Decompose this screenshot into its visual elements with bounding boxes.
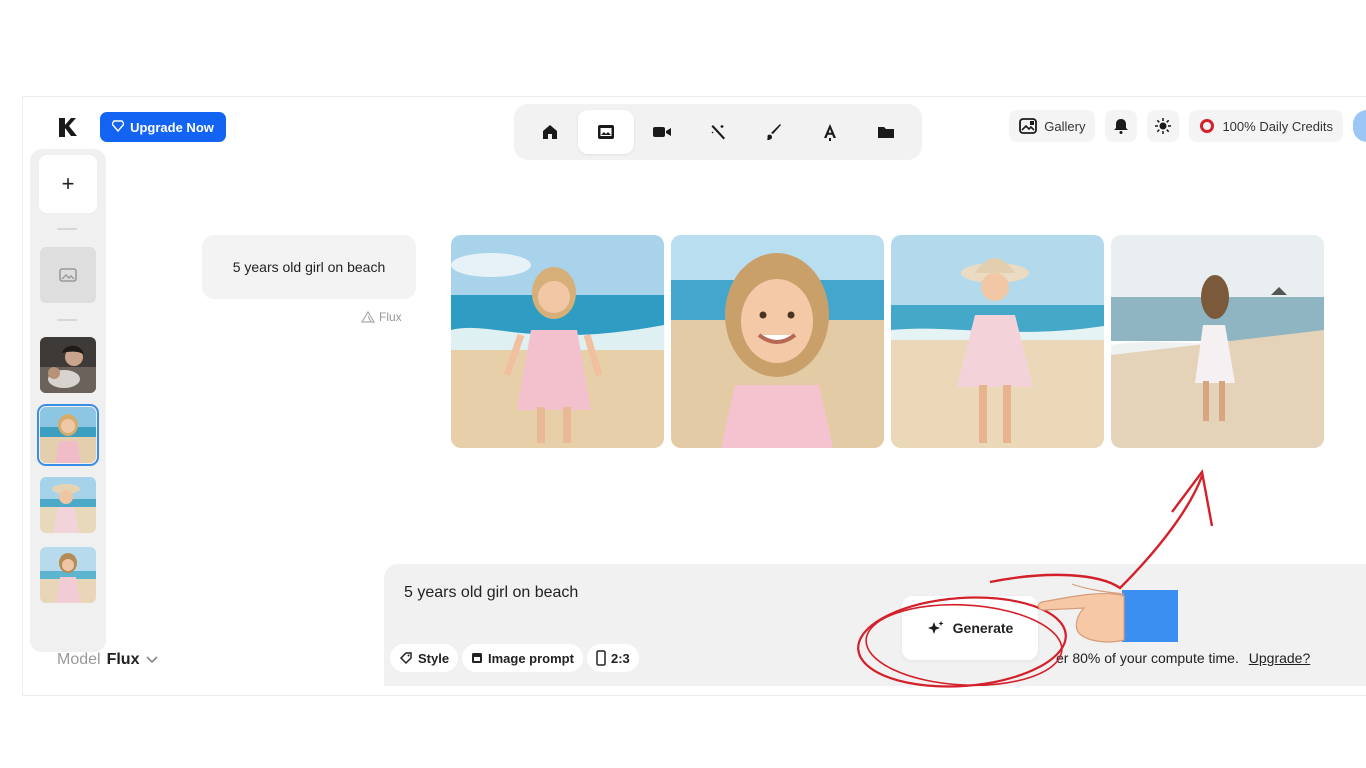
upgrade-now-label: Upgrade Now	[130, 119, 214, 135]
magic-wand-icon	[711, 125, 725, 140]
nav-brush[interactable]	[746, 110, 802, 154]
sidebar-divider	[57, 319, 77, 321]
generate-button[interactable]: Generate	[902, 596, 1038, 660]
generated-image[interactable]	[671, 235, 884, 448]
style-icon	[399, 652, 412, 665]
brush-icon	[767, 124, 781, 140]
gallery-button[interactable]: Gallery	[1009, 110, 1096, 142]
style-chip[interactable]: Style	[390, 644, 459, 672]
app-logo[interactable]	[56, 116, 78, 140]
image-prompt-chip-label: Image prompt	[488, 650, 574, 666]
gallery-icon	[1019, 118, 1038, 134]
nav-video[interactable]	[634, 110, 690, 154]
compute-notice-text: er 80% of your compute time.	[1056, 650, 1239, 666]
avatar[interactable]	[1353, 110, 1366, 142]
home-icon	[543, 125, 557, 139]
aspect-ratio-icon	[596, 650, 606, 666]
theme-toggle-button[interactable]	[1147, 110, 1180, 142]
model-selector-label: Model	[57, 651, 101, 668]
image-prompt-chip[interactable]: Image prompt	[462, 644, 583, 672]
tool-nav	[514, 104, 922, 160]
image-placeholder-item[interactable]	[40, 247, 96, 303]
aspect-ratio-chip[interactable]: 2:3	[587, 644, 639, 672]
prompt-input[interactable]: 5 years old girl on beach	[404, 584, 578, 602]
nav-magic-wand[interactable]	[690, 110, 746, 154]
new-generation-button[interactable]: +	[39, 155, 97, 213]
style-chip-label: Style	[418, 650, 450, 666]
model-selector-value: Flux	[106, 651, 140, 668]
daily-credits-button[interactable]: 100% Daily Credits	[1189, 110, 1343, 142]
video-icon	[653, 127, 671, 137]
nav-folder[interactable]	[858, 110, 914, 154]
prompt-text: 5 years old girl on beach	[232, 259, 386, 275]
model-tag: Flux	[361, 310, 402, 324]
chevron-down-icon	[146, 656, 159, 664]
upgrade-now-button[interactable]: Upgrade Now	[100, 112, 226, 142]
image-icon	[59, 268, 77, 282]
history-thumbnail[interactable]	[40, 547, 96, 603]
sparkle-icon	[927, 621, 944, 634]
history-thumbnail[interactable]	[40, 337, 96, 393]
generate-label: Generate	[952, 620, 1014, 636]
generated-image[interactable]	[891, 235, 1104, 448]
history-thumbnail[interactable]	[40, 477, 96, 533]
flux-logo-icon	[361, 311, 375, 323]
history-sidebar: +	[30, 149, 106, 652]
image-icon	[598, 125, 614, 139]
prompt-bubble: 5 years old girl on beach	[202, 235, 416, 299]
sidebar-divider	[57, 228, 77, 230]
notifications-button[interactable]	[1105, 110, 1138, 142]
plus-icon: +	[61, 171, 75, 196]
folder-icon	[878, 127, 894, 138]
history-thumbnail-selected[interactable]	[37, 404, 99, 466]
aspect-ratio-chip-label: 2:3	[611, 650, 630, 666]
text-icon	[824, 124, 836, 141]
app-window: Upgrade Now Gallery 100% Daily Credits +…	[22, 96, 1366, 696]
sun-icon	[1155, 118, 1172, 134]
compute-notice: er 80% of your compute time. Upgrade?	[1056, 650, 1310, 666]
nav-image[interactable]	[578, 110, 634, 154]
generated-image[interactable]	[451, 235, 664, 448]
image-prompt-icon	[472, 653, 482, 663]
upgrade-link[interactable]: Upgrade?	[1249, 650, 1311, 666]
gallery-label: Gallery	[1044, 118, 1086, 134]
nav-text[interactable]	[802, 110, 858, 154]
top-right-toolbar: Gallery 100% Daily Credits	[1009, 110, 1366, 142]
credits-ring-icon	[1200, 119, 1215, 133]
model-tag-label: Flux	[379, 310, 402, 324]
bell-icon	[1114, 119, 1129, 134]
generated-image[interactable]	[1111, 235, 1324, 448]
prompt-composer: 5 years old girl on beach Style Image pr…	[384, 564, 1366, 686]
nav-home[interactable]	[522, 110, 578, 154]
daily-credits-label: 100% Daily Credits	[1222, 118, 1333, 134]
diamond-icon	[111, 119, 125, 135]
model-selector[interactable]: Model Flux	[57, 651, 159, 669]
